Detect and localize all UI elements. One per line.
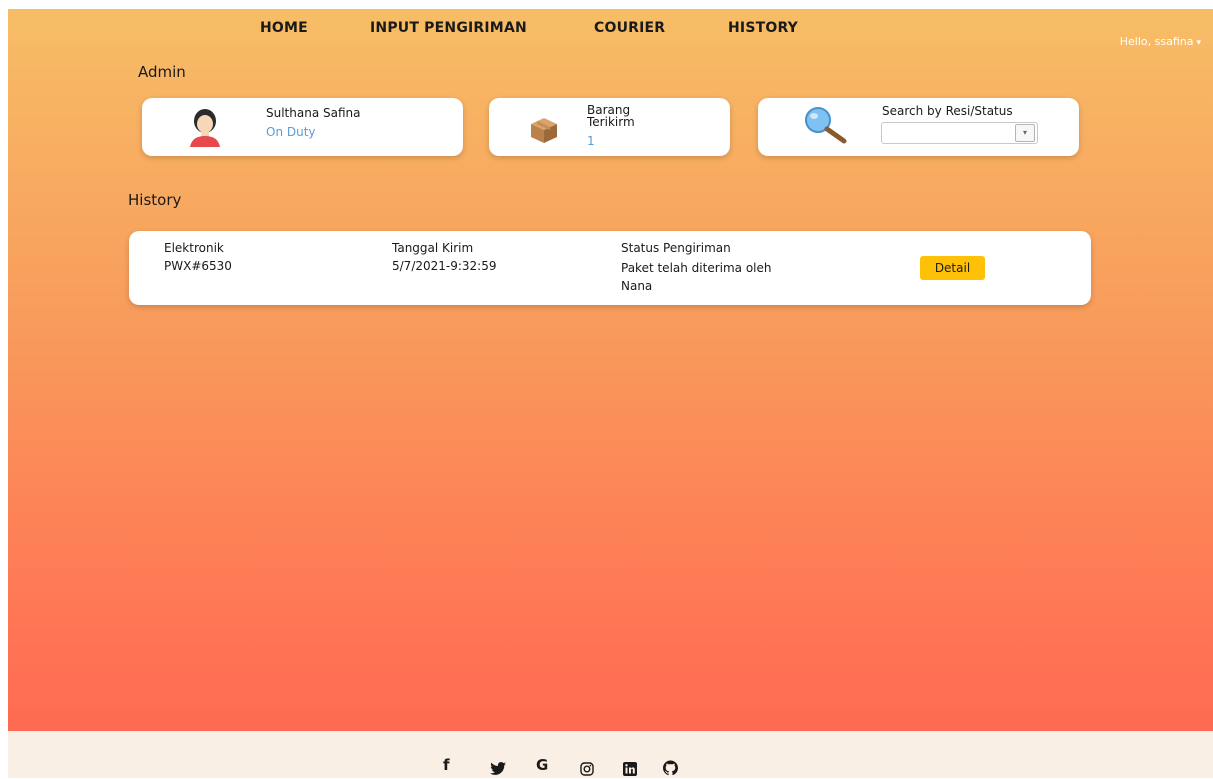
- profile-card: Sulthana Safina On Duty: [142, 98, 463, 156]
- google-icon[interactable]: G: [536, 756, 548, 776]
- nav-history[interactable]: HISTORY: [728, 20, 798, 36]
- history-row-card: Elektronik PWX#6530 Tanggal Kirim 5/7/20…: [129, 231, 1091, 305]
- profile-name: Sulthana Safina: [266, 106, 361, 120]
- github-icon[interactable]: [663, 758, 678, 778]
- nav-input-pengiriman[interactable]: INPUT PENGIRIMAN: [370, 20, 527, 36]
- footer: f G: [8, 731, 1213, 778]
- history-item-type: Elektronik: [164, 241, 224, 255]
- main-nav: HOME INPUT PENGIRIMAN COURIER HISTORY He…: [8, 20, 1213, 48]
- items-sent-label: Barang Terikirm: [587, 103, 635, 129]
- nav-courier[interactable]: COURIER: [594, 20, 665, 36]
- history-date-label: Tanggal Kirim: [392, 241, 474, 255]
- section-title-admin: Admin: [138, 63, 186, 81]
- user-menu[interactable]: Hello, ssafina ▾: [1120, 35, 1201, 48]
- magnifier-icon: [805, 107, 847, 144]
- linkedin-icon[interactable]: [623, 759, 637, 779]
- history-item-code: PWX#6530: [164, 259, 232, 273]
- facebook-icon[interactable]: f: [443, 756, 450, 776]
- history-status: Paket telah diterima oleh Nana: [621, 261, 772, 293]
- user-avatar-icon: [190, 109, 220, 147]
- caret-down-icon: ▾: [1196, 38, 1201, 48]
- search-card: Search by Resi/Status ▾: [758, 98, 1079, 156]
- search-select[interactable]: ▾: [881, 122, 1038, 144]
- items-sent-card: Barang Terikirm 1: [489, 98, 730, 156]
- history-date: 5/7/2021-9:32:59: [392, 259, 497, 273]
- chevron-down-icon[interactable]: ▾: [1015, 124, 1035, 142]
- instagram-icon[interactable]: [580, 759, 594, 779]
- items-sent-count: 1: [587, 134, 595, 148]
- detail-button[interactable]: Detail: [920, 256, 985, 280]
- page-background: HOME INPUT PENGIRIMAN COURIER HISTORY He…: [8, 9, 1213, 731]
- package-icon: [531, 118, 557, 143]
- history-status-label: Status Pengiriman: [621, 241, 731, 255]
- profile-status: On Duty: [266, 125, 316, 139]
- section-title-history: History: [128, 191, 182, 209]
- user-greeting: Hello, ssafina: [1119, 35, 1194, 48]
- twitter-icon[interactable]: [490, 759, 506, 779]
- nav-home[interactable]: HOME: [260, 20, 308, 36]
- search-label: Search by Resi/Status: [882, 104, 1013, 118]
